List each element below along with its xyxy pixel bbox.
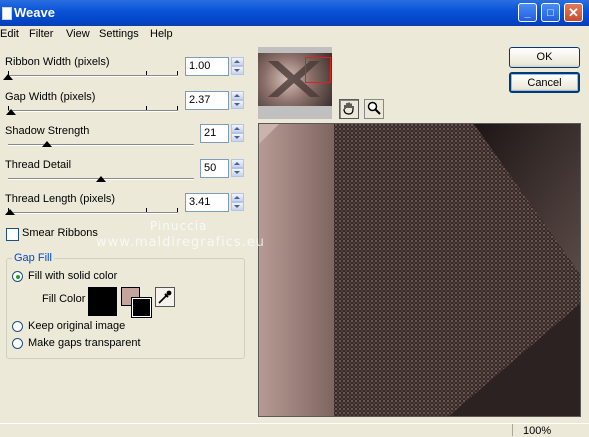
preview-viewport-box[interactable] — [305, 57, 331, 83]
menu-help[interactable]: Help — [150, 28, 173, 40]
shadow-strength-thumb[interactable] — [42, 141, 53, 147]
close-icon: ✕ — [568, 5, 579, 20]
gap-fill-legend: Gap Fill — [12, 252, 54, 264]
gap-width-spinner[interactable] — [231, 91, 244, 110]
pan-tool-button[interactable] — [339, 99, 359, 119]
watermark-url: www.maldiregrafics.eu — [96, 235, 266, 250]
gap-width-thumb[interactable] — [6, 109, 17, 115]
slider-tick — [146, 208, 147, 212]
minimize-button[interactable]: _ — [518, 3, 537, 22]
title-bar[interactable] — [0, 0, 589, 26]
thread-detail-thumb[interactable] — [96, 176, 106, 182]
thread-length-thumb[interactable] — [4, 209, 15, 215]
maximize-icon: □ — [547, 7, 554, 19]
smear-ribbons-label: Smear Ribbons — [22, 227, 98, 239]
thread-detail-spinner[interactable] — [231, 159, 244, 178]
weave-preview-image — [259, 124, 580, 416]
zoom-tool-button[interactable] — [364, 99, 384, 119]
shadow-strength-track[interactable] — [8, 144, 194, 146]
magnifier-icon — [367, 101, 381, 115]
zoom-level: 100% — [523, 425, 552, 437]
thread-length-input[interactable]: 3.41 — [185, 193, 229, 212]
gaps-transparent-radio[interactable] — [12, 338, 23, 349]
status-bar — [0, 423, 589, 437]
gap-width-track[interactable] — [8, 110, 178, 112]
foreground-color-swatch[interactable] — [131, 297, 152, 318]
minimize-icon: _ — [524, 7, 531, 19]
shadow-strength-input[interactable]: 21 — [200, 124, 229, 143]
ribbon-width-label: Ribbon Width (pixels) — [5, 56, 110, 68]
gaps-transparent-label: Make gaps transparent — [28, 337, 141, 349]
menu-settings[interactable]: Settings — [99, 28, 139, 40]
thread-length-spinner[interactable] — [231, 193, 244, 212]
menu-view[interactable]: View — [66, 28, 90, 40]
ribbon-width-track[interactable] — [8, 75, 178, 77]
fill-color-label: Fill Color — [42, 293, 86, 305]
slider-tick — [177, 208, 178, 212]
slider-tick — [177, 71, 178, 75]
ok-button[interactable]: OK — [509, 47, 580, 68]
ribbon-width-input[interactable]: 1.00 — [185, 57, 229, 76]
window-title: Weave — [14, 5, 55, 20]
thread-detail-input[interactable]: 50 — [200, 159, 229, 178]
slider-tick — [146, 71, 147, 75]
thread-length-track[interactable] — [8, 212, 178, 214]
shadow-strength-label: Shadow Strength — [5, 125, 90, 137]
hand-icon — [343, 102, 354, 115]
gap-width-label: Gap Width (pixels) — [5, 91, 96, 103]
keep-original-radio[interactable] — [12, 321, 23, 332]
fill-solid-label: Fill with solid color — [28, 270, 118, 282]
close-button[interactable]: ✕ — [564, 3, 583, 22]
eyedropper-icon — [158, 290, 172, 304]
thread-detail-label: Thread Detail — [5, 159, 72, 171]
maximize-button[interactable]: □ — [541, 3, 560, 22]
preview-canvas[interactable] — [258, 123, 581, 417]
menu-edit[interactable]: Edit — [0, 28, 19, 40]
slider-tick — [177, 106, 178, 110]
smear-ribbons-checkbox[interactable] — [6, 228, 19, 241]
ribbon-width-thumb[interactable] — [3, 74, 13, 80]
fill-color-swatch[interactable] — [88, 287, 117, 316]
fill-solid-radio[interactable] — [12, 271, 23, 282]
cancel-button[interactable]: Cancel — [509, 72, 580, 93]
slider-tick — [146, 106, 147, 110]
gap-width-input[interactable]: 2.37 — [185, 91, 229, 110]
status-divider — [512, 424, 513, 436]
keep-original-label: Keep original image — [28, 320, 126, 332]
eyedropper-button[interactable] — [155, 287, 175, 307]
watermark-name: Pinuccia — [150, 219, 208, 233]
ribbon-width-spinner[interactable] — [231, 57, 244, 76]
thread-length-label: Thread Length (pixels) — [5, 193, 116, 205]
menu-filter[interactable]: Filter — [29, 28, 53, 40]
shadow-strength-spinner[interactable] — [231, 124, 244, 143]
window-icon — [2, 7, 12, 20]
